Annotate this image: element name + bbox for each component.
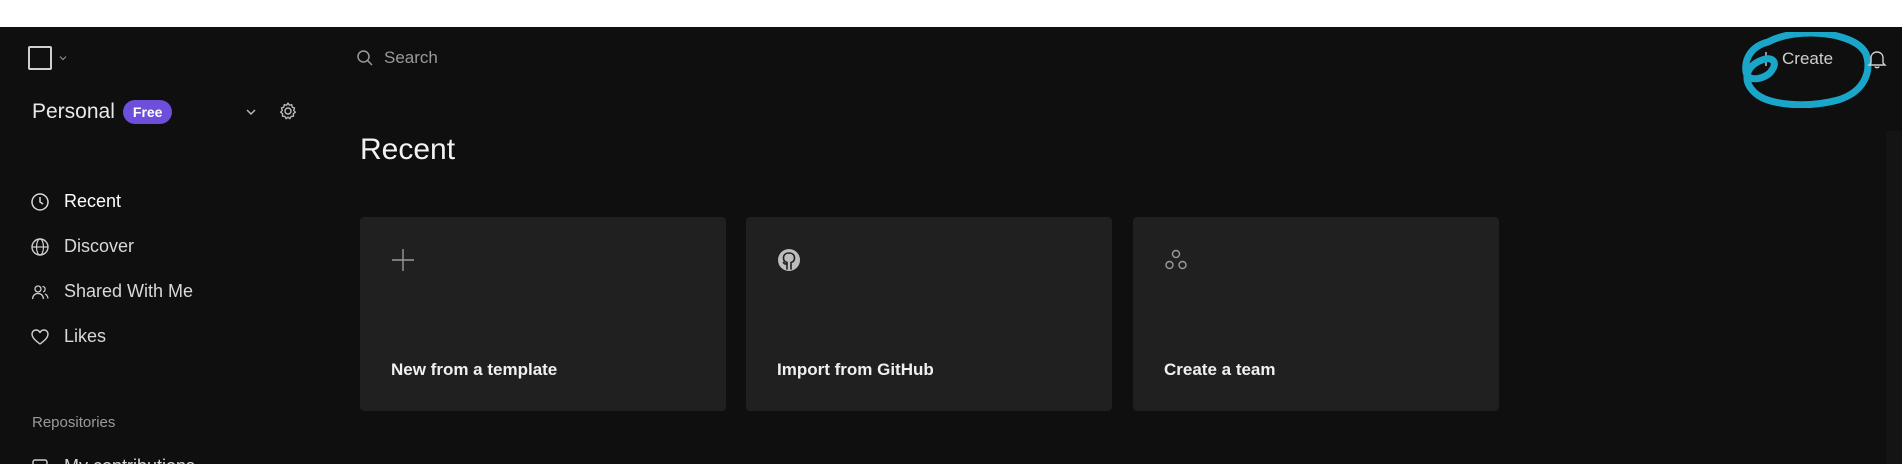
plan-badge: Free [122,100,173,124]
sidebar-item-likes[interactable]: Likes [30,314,300,359]
clock-icon [31,192,49,211]
sidebar-nav: Recent Discover Shared With Me Likes [30,179,300,359]
section-heading-repositories: Repositories [32,414,116,431]
top-header: Search Create [0,27,1902,108]
users-icon [31,284,49,299]
sidebar-item-shared[interactable]: Shared With Me [30,269,300,314]
quick-actions: New from a template Import from GitHub C… [360,217,1500,411]
workspace-name: Personal [32,100,115,123]
sidebar-item-label: Likes [64,326,107,346]
bell-icon[interactable] [1866,48,1888,70]
sidebar-item-label: Discover [64,236,135,256]
card-label: New from a template [391,360,558,379]
team-icon [1165,249,1187,270]
globe-icon [31,237,49,256]
main-scrollbar[interactable] [1886,131,1902,464]
logo-menu-button[interactable] [28,46,78,70]
search-placeholder: Search [384,48,438,67]
chevron-down-icon[interactable] [244,105,258,119]
sidebar-item-label: Shared With Me [64,281,194,301]
workspace-switcher[interactable]: Personal Free [32,97,302,127]
top-white-strip [0,0,1902,27]
new-from-template-card[interactable]: New from a template [360,217,726,411]
create-button[interactable]: Create [1752,43,1852,75]
github-icon [778,249,800,271]
search-input[interactable]: Search [356,43,816,73]
sidebar-item-label: Recent [64,191,122,211]
search-icon [357,50,373,66]
repo-icon [32,459,48,464]
sidebar-item-my-contributions[interactable]: My contributions [30,455,300,464]
import-from-github-card[interactable]: Import from GitHub [746,217,1112,411]
create-label: Create [1782,49,1834,68]
plus-icon [1759,52,1773,66]
heart-icon [31,328,49,345]
create-team-card[interactable]: Create a team [1133,217,1499,411]
logo-icon [28,46,52,70]
plus-icon [392,249,414,271]
app-window: Search Create Personal Free Recent Disco… [0,27,1902,464]
sidebar-item-discover[interactable]: Discover [30,224,300,269]
page-title: Recent [360,133,456,166]
card-label: Create a team [1164,360,1276,379]
chevron-down-icon [59,56,67,61]
gear-icon[interactable] [278,101,298,121]
sidebar-item-label: My contributions [64,456,195,464]
sidebar-item-recent[interactable]: Recent [30,179,300,224]
card-label: Import from GitHub [777,360,934,379]
